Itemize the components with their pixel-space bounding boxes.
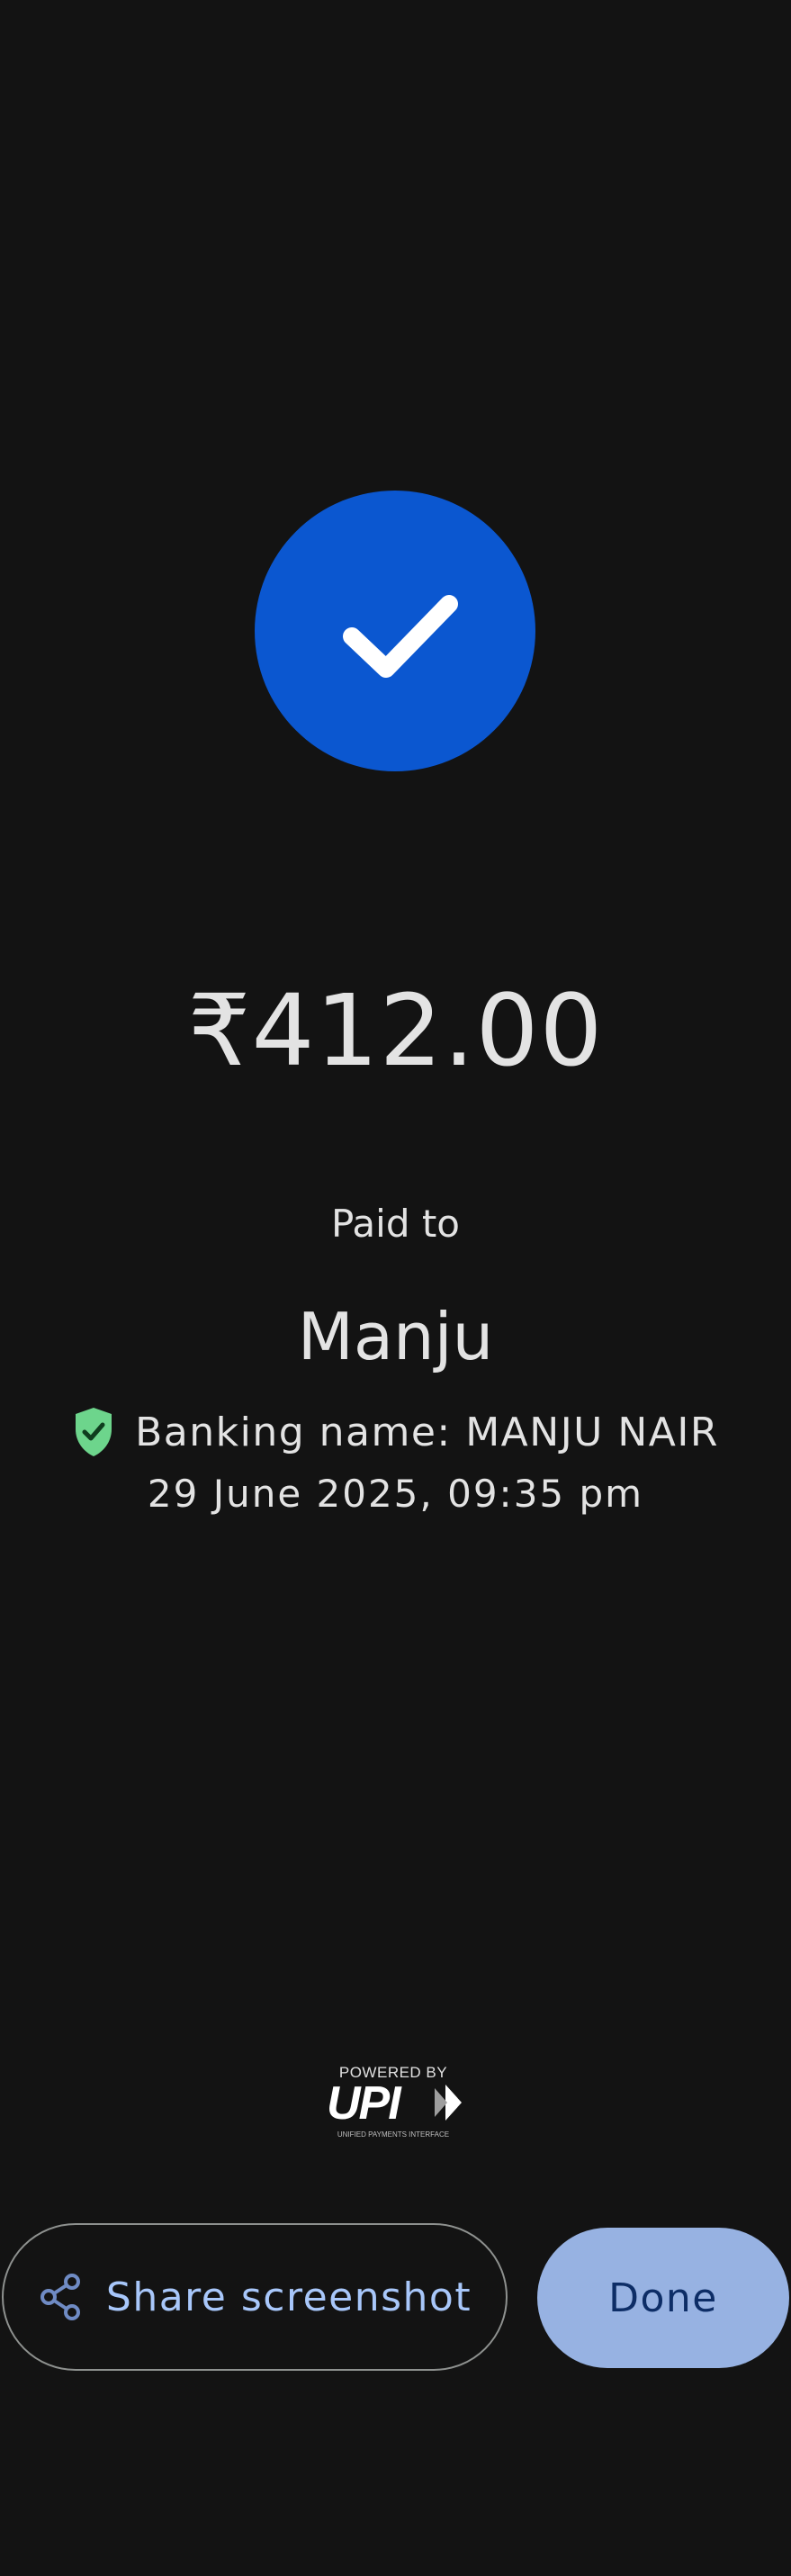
banking-name: Banking name: MANJU NAIR xyxy=(135,1409,719,1455)
done-label: Done xyxy=(608,2274,718,2321)
upi-tagline: UNIFIED PAYMENTS INTERFACE xyxy=(337,2130,449,2139)
success-badge xyxy=(255,491,535,771)
verified-shield-icon xyxy=(76,1408,112,1456)
share-screenshot-label: Share screenshot xyxy=(105,2274,472,2320)
payment-amount: ₹412.00 xyxy=(187,973,604,1088)
banking-name-row: Banking name: MANJU NAIR xyxy=(0,1401,791,1464)
share-icon xyxy=(40,2274,80,2320)
share-screenshot-button[interactable]: Share screenshot xyxy=(2,2223,508,2371)
upi-logo-text: UPI xyxy=(327,2077,402,2130)
upi-logo: POWERED BY UPI UNIFIED PAYMENTS INTERFAC… xyxy=(327,2064,462,2139)
payee-name: Manju xyxy=(297,1299,494,1374)
done-button[interactable]: Done xyxy=(537,2228,789,2368)
checkmark-icon xyxy=(343,595,458,678)
paid-to-label: Paid to xyxy=(330,1202,461,1246)
transaction-timestamp: 29 June 2025, 09:35 pm xyxy=(147,1472,644,1516)
